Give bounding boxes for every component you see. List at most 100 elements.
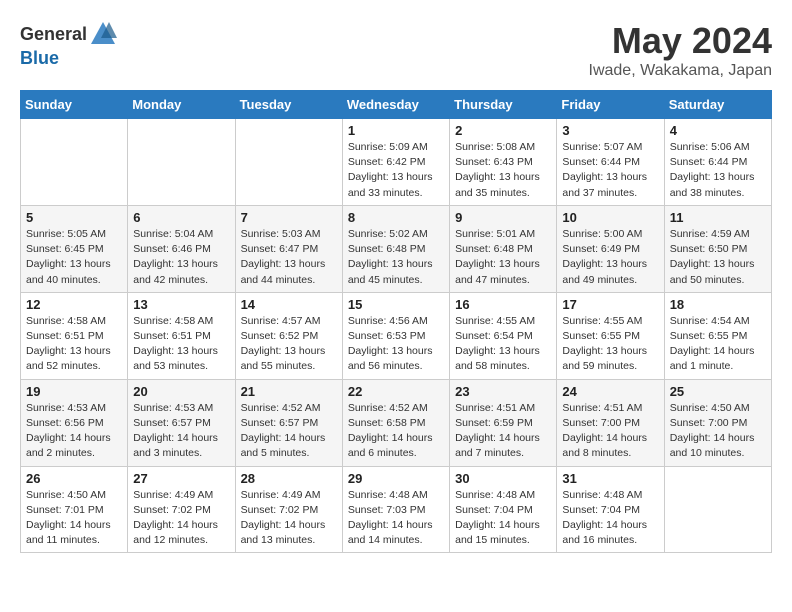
calendar-cell: 4 Sunrise: 5:06 AMSunset: 6:44 PMDaylight…	[664, 119, 771, 206]
day-number: 16	[455, 297, 551, 312]
calendar-cell: 22 Sunrise: 4:52 AMSunset: 6:58 PMDayligh…	[342, 379, 449, 466]
calendar-cell: 17 Sunrise: 4:55 AMSunset: 6:55 PMDayligh…	[557, 292, 664, 379]
weekday-thursday: Thursday	[450, 91, 557, 119]
day-info: Sunrise: 5:05 AMSunset: 6:45 PMDaylight:…	[26, 227, 122, 288]
day-number: 30	[455, 471, 551, 486]
day-info: Sunrise: 4:48 AMSunset: 7:03 PMDaylight:…	[348, 488, 444, 549]
day-info: Sunrise: 5:02 AMSunset: 6:48 PMDaylight:…	[348, 227, 444, 288]
day-number: 14	[241, 297, 337, 312]
calendar-cell: 21 Sunrise: 4:52 AMSunset: 6:57 PMDayligh…	[235, 379, 342, 466]
day-number: 11	[670, 210, 766, 225]
day-number: 9	[455, 210, 551, 225]
day-info: Sunrise: 4:51 AMSunset: 7:00 PMDaylight:…	[562, 401, 658, 462]
calendar-cell: 2Sunrise: 5:08 AMSunset: 6:43 PMDaylight…	[450, 119, 557, 206]
day-info: Sunrise: 4:49 AMSunset: 7:02 PMDaylight:…	[133, 488, 229, 549]
calendar-cell: 29 Sunrise: 4:48 AMSunset: 7:03 PMDayligh…	[342, 466, 449, 553]
calendar-week-5: 26 Sunrise: 4:50 AMSunset: 7:01 PMDayligh…	[21, 466, 772, 553]
day-info: Sunrise: 5:06 AMSunset: 6:44 PMDaylight:…	[670, 140, 766, 201]
day-number: 17	[562, 297, 658, 312]
day-number: 6	[133, 210, 229, 225]
day-info: Sunrise: 4:58 AMSunset: 6:51 PMDaylight:…	[26, 314, 122, 375]
calendar-cell: 11 Sunrise: 4:59 AMSunset: 6:50 PMDayligh…	[664, 205, 771, 292]
day-number: 31	[562, 471, 658, 486]
weekday-monday: Monday	[128, 91, 235, 119]
day-info: Sunrise: 4:52 AMSunset: 6:58 PMDaylight:…	[348, 401, 444, 462]
title-block: May 2024 Iwade, Wakakama, Japan	[589, 20, 773, 80]
day-number: 4	[670, 123, 766, 138]
day-info: Sunrise: 4:50 AMSunset: 7:00 PMDaylight:…	[670, 401, 766, 462]
day-number: 21	[241, 384, 337, 399]
page-header: General Blue May 2024 Iwade, Wakakama, J…	[20, 20, 772, 80]
day-info: Sunrise: 5:07 AMSunset: 6:44 PMDaylight:…	[562, 140, 658, 201]
calendar-cell: 19Sunrise: 4:53 AMSunset: 6:56 PMDayligh…	[21, 379, 128, 466]
day-number: 5	[26, 210, 122, 225]
calendar-week-3: 12 Sunrise: 4:58 AMSunset: 6:51 PMDayligh…	[21, 292, 772, 379]
calendar-cell	[235, 119, 342, 206]
calendar-week-2: 5 Sunrise: 5:05 AMSunset: 6:45 PMDaylight…	[21, 205, 772, 292]
weekday-friday: Friday	[557, 91, 664, 119]
day-info: Sunrise: 5:01 AMSunset: 6:48 PMDaylight:…	[455, 227, 551, 288]
weekday-sunday: Sunday	[21, 91, 128, 119]
calendar-cell: 5 Sunrise: 5:05 AMSunset: 6:45 PMDaylight…	[21, 205, 128, 292]
day-number: 12	[26, 297, 122, 312]
calendar-cell: 18Sunrise: 4:54 AMSunset: 6:55 PMDayligh…	[664, 292, 771, 379]
calendar-cell: 23 Sunrise: 4:51 AMSunset: 6:59 PMDayligh…	[450, 379, 557, 466]
calendar-cell: 30 Sunrise: 4:48 AMSunset: 7:04 PMDayligh…	[450, 466, 557, 553]
calendar-cell	[21, 119, 128, 206]
logo-blue: Blue	[20, 48, 59, 69]
calendar-cell: 26 Sunrise: 4:50 AMSunset: 7:01 PMDayligh…	[21, 466, 128, 553]
day-number: 25	[670, 384, 766, 399]
day-number: 15	[348, 297, 444, 312]
calendar-cell: 27 Sunrise: 4:49 AMSunset: 7:02 PMDayligh…	[128, 466, 235, 553]
calendar-cell: 24 Sunrise: 4:51 AMSunset: 7:00 PMDayligh…	[557, 379, 664, 466]
day-number: 26	[26, 471, 122, 486]
day-info: Sunrise: 5:04 AMSunset: 6:46 PMDaylight:…	[133, 227, 229, 288]
day-info: Sunrise: 4:58 AMSunset: 6:51 PMDaylight:…	[133, 314, 229, 375]
calendar-cell: 12 Sunrise: 4:58 AMSunset: 6:51 PMDayligh…	[21, 292, 128, 379]
day-number: 8	[348, 210, 444, 225]
calendar-cell: 3Sunrise: 5:07 AMSunset: 6:44 PMDaylight…	[557, 119, 664, 206]
weekday-tuesday: Tuesday	[235, 91, 342, 119]
calendar-week-1: 1Sunrise: 5:09 AMSunset: 6:42 PMDaylight…	[21, 119, 772, 206]
day-number: 13	[133, 297, 229, 312]
day-info: Sunrise: 4:50 AMSunset: 7:01 PMDaylight:…	[26, 488, 122, 549]
calendar-cell: 1Sunrise: 5:09 AMSunset: 6:42 PMDaylight…	[342, 119, 449, 206]
calendar-week-4: 19Sunrise: 4:53 AMSunset: 6:56 PMDayligh…	[21, 379, 772, 466]
weekday-saturday: Saturday	[664, 91, 771, 119]
day-info: Sunrise: 4:55 AMSunset: 6:55 PMDaylight:…	[562, 314, 658, 375]
day-info: Sunrise: 4:54 AMSunset: 6:55 PMDaylight:…	[670, 314, 766, 375]
calendar-cell: 13 Sunrise: 4:58 AMSunset: 6:51 PMDayligh…	[128, 292, 235, 379]
day-number: 23	[455, 384, 551, 399]
calendar-cell	[128, 119, 235, 206]
weekday-header-row: SundayMondayTuesdayWednesdayThursdayFrid…	[21, 91, 772, 119]
calendar-cell: 31 Sunrise: 4:48 AMSunset: 7:04 PMDayligh…	[557, 466, 664, 553]
calendar-cell: 10Sunrise: 5:00 AMSunset: 6:49 PMDayligh…	[557, 205, 664, 292]
calendar-cell: 7Sunrise: 5:03 AMSunset: 6:47 PMDaylight…	[235, 205, 342, 292]
day-number: 20	[133, 384, 229, 399]
calendar-cell: 28 Sunrise: 4:49 AMSunset: 7:02 PMDayligh…	[235, 466, 342, 553]
calendar-table: SundayMondayTuesdayWednesdayThursdayFrid…	[20, 90, 772, 553]
day-info: Sunrise: 4:52 AMSunset: 6:57 PMDaylight:…	[241, 401, 337, 462]
day-info: Sunrise: 4:48 AMSunset: 7:04 PMDaylight:…	[455, 488, 551, 549]
day-info: Sunrise: 4:48 AMSunset: 7:04 PMDaylight:…	[562, 488, 658, 549]
calendar-cell: 25 Sunrise: 4:50 AMSunset: 7:00 PMDayligh…	[664, 379, 771, 466]
day-number: 10	[562, 210, 658, 225]
weekday-wednesday: Wednesday	[342, 91, 449, 119]
month-title: May 2024	[589, 20, 773, 62]
calendar-cell: 9 Sunrise: 5:01 AMSunset: 6:48 PMDaylight…	[450, 205, 557, 292]
day-number: 24	[562, 384, 658, 399]
day-number: 27	[133, 471, 229, 486]
logo-icon	[89, 20, 117, 48]
calendar-cell: 16Sunrise: 4:55 AMSunset: 6:54 PMDayligh…	[450, 292, 557, 379]
day-info: Sunrise: 4:49 AMSunset: 7:02 PMDaylight:…	[241, 488, 337, 549]
day-number: 28	[241, 471, 337, 486]
day-info: Sunrise: 4:53 AMSunset: 6:56 PMDaylight:…	[26, 401, 122, 462]
calendar-cell: 15Sunrise: 4:56 AMSunset: 6:53 PMDayligh…	[342, 292, 449, 379]
day-number: 7	[241, 210, 337, 225]
day-info: Sunrise: 4:59 AMSunset: 6:50 PMDaylight:…	[670, 227, 766, 288]
day-number: 22	[348, 384, 444, 399]
day-number: 29	[348, 471, 444, 486]
day-info: Sunrise: 4:51 AMSunset: 6:59 PMDaylight:…	[455, 401, 551, 462]
logo: General Blue	[20, 20, 117, 69]
calendar-cell: 8 Sunrise: 5:02 AMSunset: 6:48 PMDaylight…	[342, 205, 449, 292]
